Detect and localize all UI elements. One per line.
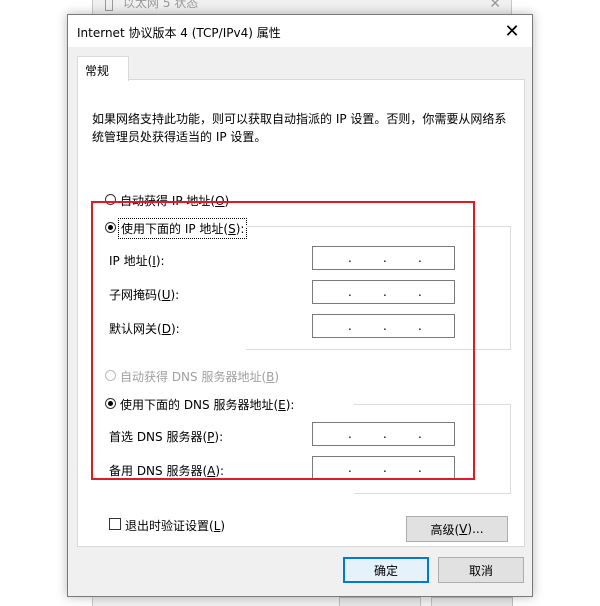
background-button	[339, 597, 421, 606]
auto-ip-label[interactable]: 自动获得 IP 地址(O)	[120, 192, 229, 209]
background-window-title: 以太网 5 状态	[123, 0, 199, 10]
network-icon	[105, 0, 113, 11]
cancel-button[interactable]: 取消	[438, 557, 524, 583]
auto-ip-radio[interactable]	[105, 194, 116, 205]
auto-dns-radio[interactable]	[105, 370, 116, 381]
auto-dns-label[interactable]: 自动获得 DNS 服务器地址(B)	[120, 368, 279, 385]
manual-ip-label[interactable]: 使用下面的 IP 地址(S):	[118, 218, 248, 239]
advanced-button[interactable]: 高级(V)...	[406, 516, 508, 542]
dialog-title: Internet 协议版本 4 (TCP/IPv4) 属性	[77, 26, 281, 40]
ip-address-label: IP 地址(I):	[109, 254, 165, 268]
close-icon: ✕	[504, 20, 520, 42]
general-tab-panel: 如果网络支持此功能，则可以获取自动指派的 IP 设置。否则，你需要从网络系统管理…	[77, 79, 525, 547]
ip-address-input[interactable]: ...	[312, 246, 455, 270]
tab-general-label: 常规	[85, 64, 110, 78]
validate-on-exit-label[interactable]: 退出时验证设置(L)	[125, 517, 225, 534]
background-button	[431, 597, 513, 606]
default-gateway-input[interactable]: ...	[312, 314, 455, 338]
subnet-mask-input[interactable]: ...	[312, 280, 455, 304]
manual-dns-label[interactable]: 使用下面的 DNS 服务器地址(E):	[120, 396, 294, 413]
manual-ip-radio[interactable]	[105, 222, 116, 233]
preferred-dns-label: 首选 DNS 服务器(P):	[109, 430, 224, 444]
tab-general[interactable]: 常规	[77, 56, 129, 81]
title-bar: Internet 协议版本 4 (TCP/IPv4) 属性 ✕	[68, 15, 532, 47]
description-text: 如果网络支持此功能，则可以获取自动指派的 IP 设置。否则，你需要从网络系统管理…	[92, 112, 507, 144]
close-button[interactable]: ✕	[492, 15, 532, 47]
preferred-dns-input[interactable]: ...	[312, 422, 455, 446]
background-close-icon: ✕	[489, 0, 501, 12]
default-gateway-label: 默认网关(D):	[109, 322, 180, 336]
validate-on-exit-checkbox[interactable]	[109, 518, 121, 530]
subnet-mask-label: 子网掩码(U):	[109, 288, 180, 302]
ok-button[interactable]: 确定	[343, 557, 429, 583]
dns-group-border	[354, 404, 511, 494]
alternate-dns-label: 备用 DNS 服务器(A):	[109, 464, 225, 478]
tcpipv4-properties-dialog: Internet 协议版本 4 (TCP/IPv4) 属性 ✕ 常规 如果网络支…	[67, 14, 533, 597]
alternate-dns-input[interactable]: ...	[312, 456, 455, 480]
manual-dns-radio[interactable]	[105, 398, 116, 409]
